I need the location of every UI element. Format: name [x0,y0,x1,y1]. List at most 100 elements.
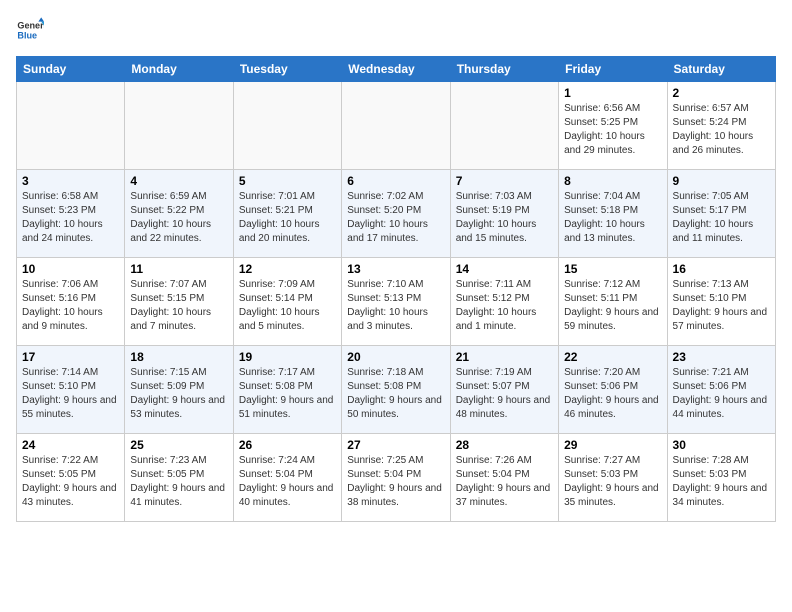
calendar-day-cell: 8Sunrise: 7:04 AM Sunset: 5:18 PM Daylig… [559,170,667,258]
day-number: 9 [673,174,770,188]
day-number: 20 [347,350,444,364]
calendar-day-cell [450,82,558,170]
day-info: Sunrise: 7:26 AM Sunset: 5:04 PM Dayligh… [456,454,553,510]
day-number: 21 [456,350,553,364]
calendar-day-cell: 1Sunrise: 6:56 AM Sunset: 5:25 PM Daylig… [559,82,667,170]
day-info: Sunrise: 6:57 AM Sunset: 5:24 PM Dayligh… [673,102,770,158]
day-number: 19 [239,350,336,364]
day-info: Sunrise: 7:12 AM Sunset: 5:11 PM Dayligh… [564,278,661,334]
day-number: 24 [22,438,119,452]
day-info: Sunrise: 7:20 AM Sunset: 5:06 PM Dayligh… [564,366,661,422]
calendar-day-cell: 17 Sunrise: 7:14 AM Sunset: 5:10 PM Dayli… [17,346,125,434]
day-info: Sunrise: 7:02 AM Sunset: 5:20 PM Dayligh… [347,190,444,246]
day-info: Sunrise: 7:23 AM Sunset: 5:05 PM Dayligh… [130,454,227,510]
day-number: 29 [564,438,661,452]
day-number: 2 [673,86,770,100]
calendar-day-cell [17,82,125,170]
svg-text:Blue: Blue [17,30,37,40]
calendar-day-cell: 5Sunrise: 7:01 AM Sunset: 5:21 PM Daylig… [233,170,341,258]
calendar-day-cell: 3Sunrise: 6:58 AM Sunset: 5:23 PM Daylig… [17,170,125,258]
day-info: Sunrise: 7:04 AM Sunset: 5:18 PM Dayligh… [564,190,661,246]
calendar-week-row: 24 Sunrise: 7:22 AM Sunset: 5:05 PM Dayli… [17,434,776,522]
calendar-week-row: 1Sunrise: 6:56 AM Sunset: 5:25 PM Daylig… [17,82,776,170]
calendar-day-cell: 4 Sunrise: 6:59 AM Sunset: 5:22 PM Daylig… [125,170,233,258]
day-number: 4 [130,174,227,188]
day-info: Sunrise: 7:13 AM Sunset: 5:10 PM Dayligh… [673,278,770,334]
day-info: Sunrise: 7:01 AM Sunset: 5:21 PM Dayligh… [239,190,336,246]
calendar-header-tuesday: Tuesday [233,57,341,82]
calendar-header-sunday: Sunday [17,57,125,82]
calendar-day-cell: 16 Sunrise: 7:13 AM Sunset: 5:10 PM Dayli… [667,258,775,346]
svg-text:General: General [17,21,44,31]
day-info: Sunrise: 6:56 AM Sunset: 5:25 PM Dayligh… [564,102,661,158]
calendar-week-row: 3Sunrise: 6:58 AM Sunset: 5:23 PM Daylig… [17,170,776,258]
calendar-day-cell: 23 Sunrise: 7:21 AM Sunset: 5:06 PM Dayli… [667,346,775,434]
calendar-day-cell: 10 Sunrise: 7:06 AM Sunset: 5:16 PM Dayli… [17,258,125,346]
calendar-day-cell: 26Sunrise: 7:24 AM Sunset: 5:04 PM Dayli… [233,434,341,522]
day-info: Sunrise: 7:22 AM Sunset: 5:05 PM Dayligh… [22,454,119,510]
calendar-day-cell [342,82,450,170]
calendar-day-cell: 6 Sunrise: 7:02 AM Sunset: 5:20 PM Daylig… [342,170,450,258]
day-info: Sunrise: 7:25 AM Sunset: 5:04 PM Dayligh… [347,454,444,510]
day-number: 12 [239,262,336,276]
day-number: 17 [22,350,119,364]
calendar-header-wednesday: Wednesday [342,57,450,82]
day-number: 11 [130,262,227,276]
day-number: 6 [347,174,444,188]
calendar-header-friday: Friday [559,57,667,82]
logo-icon: General Blue [16,16,44,44]
day-number: 22 [564,350,661,364]
day-number: 18 [130,350,227,364]
calendar-day-cell: 24 Sunrise: 7:22 AM Sunset: 5:05 PM Dayli… [17,434,125,522]
calendar-day-cell: 7 Sunrise: 7:03 AM Sunset: 5:19 PM Daylig… [450,170,558,258]
calendar-header-monday: Monday [125,57,233,82]
calendar-day-cell: 11 Sunrise: 7:07 AM Sunset: 5:15 PM Dayli… [125,258,233,346]
day-info: Sunrise: 7:07 AM Sunset: 5:15 PM Dayligh… [130,278,227,334]
calendar-day-cell: 15Sunrise: 7:12 AM Sunset: 5:11 PM Dayli… [559,258,667,346]
day-number: 7 [456,174,553,188]
calendar-day-cell: 25Sunrise: 7:23 AM Sunset: 5:05 PM Dayli… [125,434,233,522]
calendar-week-row: 10 Sunrise: 7:06 AM Sunset: 5:16 PM Dayli… [17,258,776,346]
day-info: Sunrise: 7:28 AM Sunset: 5:03 PM Dayligh… [673,454,770,510]
calendar-day-cell: 19 Sunrise: 7:17 AM Sunset: 5:08 PM Dayli… [233,346,341,434]
calendar-day-cell: 12 Sunrise: 7:09 AM Sunset: 5:14 PM Dayli… [233,258,341,346]
calendar-day-cell: 21Sunrise: 7:19 AM Sunset: 5:07 PM Dayli… [450,346,558,434]
day-info: Sunrise: 7:15 AM Sunset: 5:09 PM Dayligh… [130,366,227,422]
calendar-day-cell: 14 Sunrise: 7:11 AM Sunset: 5:12 PM Dayli… [450,258,558,346]
day-number: 10 [22,262,119,276]
day-info: Sunrise: 6:59 AM Sunset: 5:22 PM Dayligh… [130,190,227,246]
calendar-day-cell: 22 Sunrise: 7:20 AM Sunset: 5:06 PM Dayli… [559,346,667,434]
day-info: Sunrise: 7:14 AM Sunset: 5:10 PM Dayligh… [22,366,119,422]
calendar-day-cell: 29Sunrise: 7:27 AM Sunset: 5:03 PM Dayli… [559,434,667,522]
day-number: 27 [347,438,444,452]
day-number: 26 [239,438,336,452]
calendar-day-cell: 28 Sunrise: 7:26 AM Sunset: 5:04 PM Dayli… [450,434,558,522]
calendar-day-cell: 20Sunrise: 7:18 AM Sunset: 5:08 PM Dayli… [342,346,450,434]
day-number: 3 [22,174,119,188]
calendar-header-row: SundayMondayTuesdayWednesdayThursdayFrid… [17,57,776,82]
day-info: Sunrise: 7:06 AM Sunset: 5:16 PM Dayligh… [22,278,119,334]
day-info: Sunrise: 7:17 AM Sunset: 5:08 PM Dayligh… [239,366,336,422]
day-number: 30 [673,438,770,452]
logo: General Blue [16,16,44,44]
day-info: Sunrise: 7:21 AM Sunset: 5:06 PM Dayligh… [673,366,770,422]
day-number: 28 [456,438,553,452]
day-number: 14 [456,262,553,276]
calendar-header-thursday: Thursday [450,57,558,82]
day-info: Sunrise: 7:09 AM Sunset: 5:14 PM Dayligh… [239,278,336,334]
day-info: Sunrise: 7:03 AM Sunset: 5:19 PM Dayligh… [456,190,553,246]
day-info: Sunrise: 7:05 AM Sunset: 5:17 PM Dayligh… [673,190,770,246]
calendar-day-cell [125,82,233,170]
day-number: 23 [673,350,770,364]
day-number: 13 [347,262,444,276]
day-info: Sunrise: 7:10 AM Sunset: 5:13 PM Dayligh… [347,278,444,334]
calendar-header-saturday: Saturday [667,57,775,82]
calendar-day-cell: 2 Sunrise: 6:57 AM Sunset: 5:24 PM Daylig… [667,82,775,170]
calendar-day-cell: 30 Sunrise: 7:28 AM Sunset: 5:03 PM Dayli… [667,434,775,522]
calendar-day-cell: 27 Sunrise: 7:25 AM Sunset: 5:04 PM Dayli… [342,434,450,522]
day-number: 16 [673,262,770,276]
calendar-day-cell [233,82,341,170]
day-info: Sunrise: 7:11 AM Sunset: 5:12 PM Dayligh… [456,278,553,334]
calendar-day-cell: 18 Sunrise: 7:15 AM Sunset: 5:09 PM Dayli… [125,346,233,434]
calendar-week-row: 17 Sunrise: 7:14 AM Sunset: 5:10 PM Dayli… [17,346,776,434]
